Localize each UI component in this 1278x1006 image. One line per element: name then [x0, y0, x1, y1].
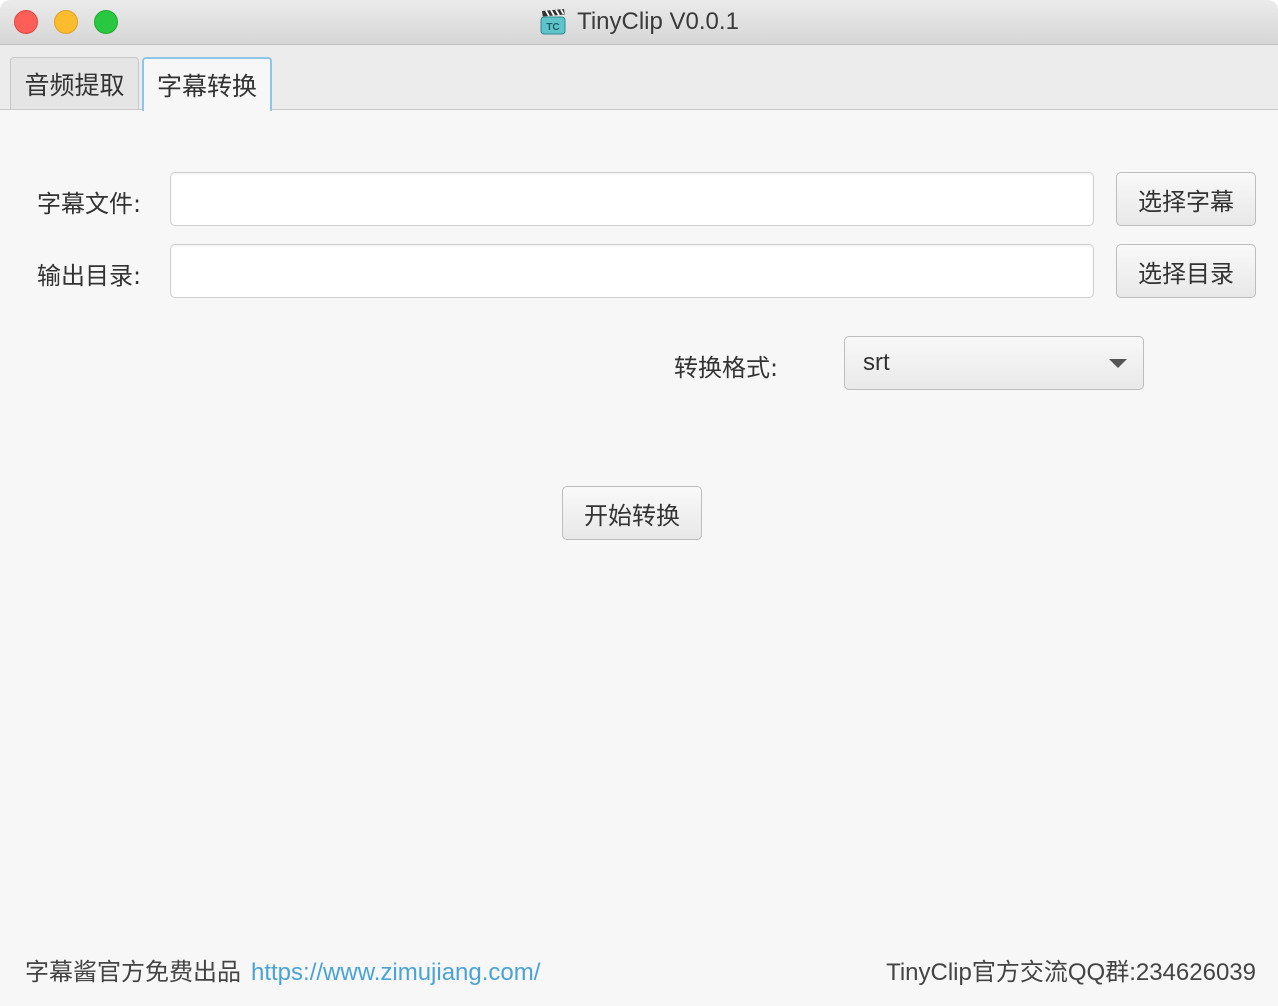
tab-audio-extract[interactable]: 音频提取: [10, 57, 139, 109]
footer-credit-text: 字幕酱官方免费出品: [25, 958, 241, 986]
start-convert-button[interactable]: 开始转换: [562, 486, 702, 540]
subtitle-file-label: 字幕文件:: [37, 190, 142, 218]
output-dir-input[interactable]: [170, 244, 1094, 298]
format-label: 转换格式:: [674, 354, 779, 382]
window-title: TinyClip V0.0.1: [577, 8, 739, 35]
tab-bar: 音频提取 字幕转换: [0, 45, 1278, 111]
format-select[interactable]: srt: [844, 336, 1144, 390]
choose-subtitle-button[interactable]: 选择字幕: [1116, 172, 1256, 226]
footer-credits: 字幕酱官方免费出品 https://www.zimujiang.com/: [25, 952, 540, 987]
title-area: TC TinyClip V0.0.1: [0, 0, 1278, 44]
chevron-down-icon: [1109, 359, 1127, 368]
clapperboard-app-icon: TC: [539, 8, 567, 36]
output-dir-label: 输出目录:: [37, 262, 142, 290]
qq-group-text: TinyClip官方交流QQ群:234626039: [886, 959, 1256, 986]
tab-subtitle-convert[interactable]: 字幕转换: [142, 57, 272, 111]
format-select-value: srt: [863, 349, 890, 376]
choose-directory-button[interactable]: 选择目录: [1116, 244, 1256, 298]
app-window: TC TinyClip V0.0.1 音频提取 字幕转换 字幕文件: 选择字幕 …: [0, 0, 1278, 1006]
website-link[interactable]: https://www.zimujiang.com/: [251, 959, 540, 986]
subtitle-file-input[interactable]: [170, 172, 1094, 226]
app-icon-text: TC: [546, 22, 559, 33]
title-bar: TC TinyClip V0.0.1: [0, 0, 1278, 45]
